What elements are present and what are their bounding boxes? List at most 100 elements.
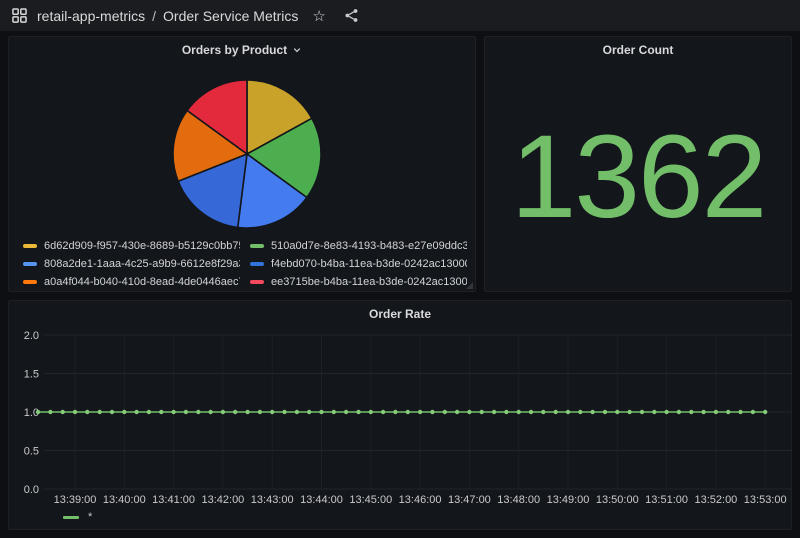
data-point[interactable] <box>603 410 607 414</box>
data-point[interactable] <box>221 410 225 414</box>
data-point[interactable] <box>738 410 742 414</box>
data-point[interactable] <box>529 410 533 414</box>
data-point[interactable] <box>48 410 52 414</box>
data-point[interactable] <box>677 410 681 414</box>
order-count-value: 1362 <box>485 63 791 291</box>
data-point[interactable] <box>554 410 558 414</box>
data-point[interactable] <box>356 410 360 414</box>
share-icon[interactable] <box>344 8 359 23</box>
data-point[interactable] <box>480 410 484 414</box>
data-point[interactable] <box>763 410 767 414</box>
data-point[interactable] <box>393 410 397 414</box>
pie-legend-item[interactable]: 510a0d7e-8e83-4193-b483-e27e09ddc34d <box>250 237 467 255</box>
panel-title-text: Order Rate <box>369 307 431 321</box>
pie-legend-item[interactable]: ee3715be-b4ba-11ea-b3de-0242ac130004 <box>250 273 467 291</box>
legend-label: f4ebd070-b4ba-11ea-b3de-0242ac130004 <box>271 258 467 270</box>
legend-label: 808a2de1-1aaa-4c25-a9b9-6612e8f29a38 <box>44 258 240 270</box>
data-point[interactable] <box>640 410 644 414</box>
data-point[interactable] <box>701 410 705 414</box>
data-point[interactable] <box>295 410 299 414</box>
data-point[interactable] <box>504 410 508 414</box>
legend-label: 6d62d909-f957-430e-8689-b5129c0bb75e <box>44 240 240 252</box>
data-point[interactable] <box>73 410 77 414</box>
data-point[interactable] <box>159 410 163 414</box>
data-point[interactable] <box>233 410 237 414</box>
pie-legend-item[interactable]: f4ebd070-b4ba-11ea-b3de-0242ac130004 <box>250 255 467 273</box>
data-point[interactable] <box>615 410 619 414</box>
y-tick-label: 0.5 <box>24 446 39 458</box>
panel-title-order-rate[interactable]: Order Rate <box>9 301 791 327</box>
data-point[interactable] <box>578 410 582 414</box>
panel-title-order-count[interactable]: Order Count <box>485 37 791 63</box>
data-point[interactable] <box>467 410 471 414</box>
panel-title-orders-by-product[interactable]: Orders by Product <box>9 37 475 63</box>
data-point[interactable] <box>664 410 668 414</box>
panel-order-rate: Order Rate 2.01.51.00.50.013:39:0013:40:… <box>8 300 792 530</box>
x-tick-label: 13:53:00 <box>744 494 787 506</box>
x-tick-label: 13:41:00 <box>152 494 195 506</box>
data-point[interactable] <box>541 410 545 414</box>
apps-grid-icon[interactable] <box>12 8 27 23</box>
x-tick-label: 13:48:00 <box>497 494 540 506</box>
data-point[interactable] <box>689 410 693 414</box>
data-point[interactable] <box>319 410 323 414</box>
data-point[interactable] <box>344 410 348 414</box>
rate-legend[interactable]: * <box>63 508 92 526</box>
data-point[interactable] <box>270 410 274 414</box>
data-point[interactable] <box>307 410 311 414</box>
resize-handle[interactable] <box>466 282 473 289</box>
pie-chart[interactable] <box>166 73 328 235</box>
data-point[interactable] <box>134 410 138 414</box>
data-point[interactable] <box>85 410 89 414</box>
data-point[interactable] <box>282 410 286 414</box>
data-point[interactable] <box>98 410 102 414</box>
data-point[interactable] <box>208 410 212 414</box>
data-point[interactable] <box>627 410 631 414</box>
legend-swatch <box>250 262 264 266</box>
legend-swatch <box>23 262 37 266</box>
x-tick-label: 13:49:00 <box>547 494 590 506</box>
pie-legend: 6d62d909-f957-430e-8689-b5129c0bb75e 808a… <box>23 237 467 291</box>
data-point[interactable] <box>590 410 594 414</box>
data-point[interactable] <box>196 410 200 414</box>
star-icon[interactable]: ☆ <box>312 7 325 25</box>
x-tick-label: 13:39:00 <box>54 494 97 506</box>
data-point[interactable] <box>517 410 521 414</box>
data-point[interactable] <box>171 410 175 414</box>
data-point[interactable] <box>726 410 730 414</box>
data-point[interactable] <box>245 410 249 414</box>
data-point[interactable] <box>443 410 447 414</box>
topbar: retail-app-metrics / Order Service Metri… <box>0 0 800 31</box>
data-point[interactable] <box>122 410 126 414</box>
data-point[interactable] <box>147 410 151 414</box>
pie-legend-item[interactable]: 6d62d909-f957-430e-8689-b5129c0bb75e <box>23 237 240 255</box>
pie-legend-item[interactable]: 808a2de1-1aaa-4c25-a9b9-6612e8f29a38 <box>23 255 240 273</box>
data-point[interactable] <box>418 410 422 414</box>
x-tick-label: 13:40:00 <box>103 494 146 506</box>
data-point[interactable] <box>381 410 385 414</box>
data-point[interactable] <box>369 410 373 414</box>
breadcrumb-folder[interactable]: retail-app-metrics <box>37 8 145 24</box>
data-point[interactable] <box>430 410 434 414</box>
data-point[interactable] <box>110 410 114 414</box>
breadcrumb-dashboard[interactable]: Order Service Metrics <box>163 8 298 24</box>
data-point[interactable] <box>566 410 570 414</box>
data-point[interactable] <box>36 410 40 414</box>
chevron-down-icon <box>292 45 302 55</box>
data-point[interactable] <box>258 410 262 414</box>
data-point[interactable] <box>406 410 410 414</box>
data-point[interactable] <box>332 410 336 414</box>
pie-legend-item[interactable]: a0a4f044-b040-410d-8ead-4de0446aec7e <box>23 273 240 291</box>
data-point[interactable] <box>184 410 188 414</box>
data-point[interactable] <box>714 410 718 414</box>
breadcrumb-separator: / <box>152 8 156 24</box>
data-point[interactable] <box>455 410 459 414</box>
x-tick-label: 13:46:00 <box>399 494 442 506</box>
x-tick-label: 13:45:00 <box>349 494 392 506</box>
data-point[interactable] <box>492 410 496 414</box>
order-rate-chart[interactable]: 2.01.51.00.50.013:39:0013:40:0013:41:001… <box>9 325 793 507</box>
legend-swatch <box>23 280 37 284</box>
data-point[interactable] <box>61 410 65 414</box>
data-point[interactable] <box>652 410 656 414</box>
data-point[interactable] <box>751 410 755 414</box>
